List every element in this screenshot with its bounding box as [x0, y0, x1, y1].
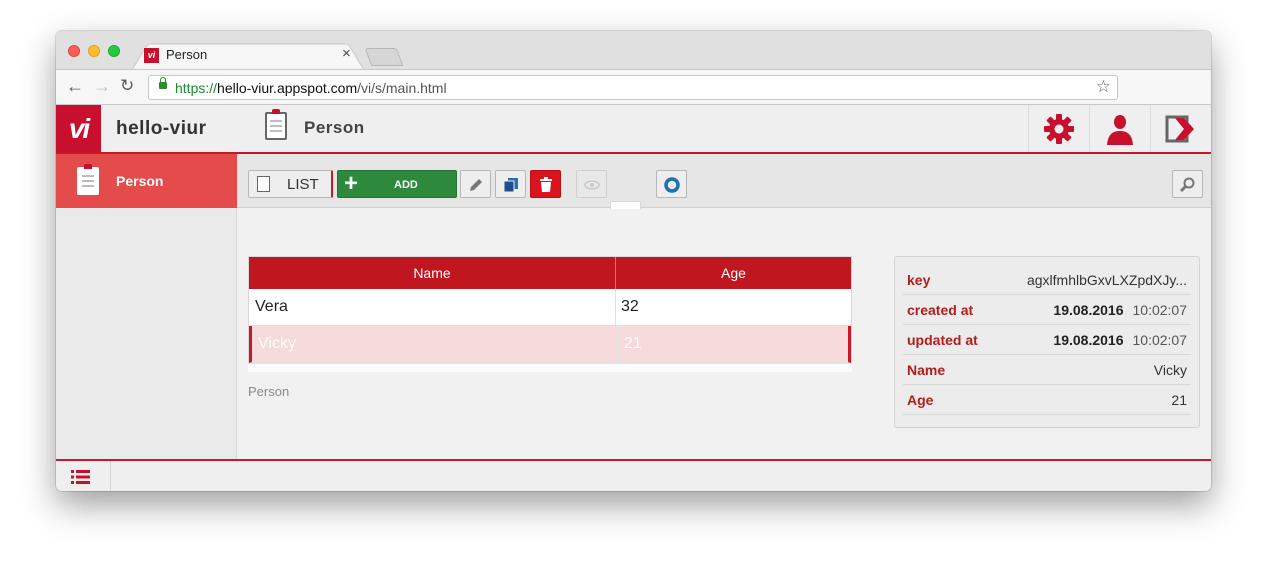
- detail-name-label: Name: [907, 362, 946, 378]
- maximize-window-button[interactable]: [108, 45, 120, 57]
- clipboard-icon: [77, 164, 99, 195]
- gear-icon: [1044, 114, 1074, 144]
- task-list-icon[interactable]: [71, 470, 91, 484]
- tab-strip: vi Person ×: [56, 31, 1211, 69]
- url-path: /vi/s/main.html: [357, 80, 447, 96]
- detail-row-updated: updated at 19.08.2016 10:02:07: [903, 325, 1191, 355]
- browser-tab-person[interactable]: vi Person ×: [132, 39, 364, 69]
- browser-window: vi Person × ← → ↻ https://hello-viur.app…: [56, 31, 1211, 491]
- lock-icon: [159, 77, 167, 89]
- address-bar[interactable]: https://hello-viur.appspot.com/vi/s/main…: [148, 75, 1118, 100]
- url-host: hello-viur.appspot.com: [217, 80, 358, 96]
- cell-name: Vera: [255, 298, 288, 315]
- logout-icon: [1165, 115, 1194, 143]
- updated-date: 19.08.2016: [1053, 332, 1124, 348]
- detail-panel: key agxlfmhlbGxvLXZpdXJy... created at 1…: [894, 256, 1200, 428]
- module-title: Person: [304, 118, 365, 137]
- user-icon: [1107, 115, 1133, 145]
- person-table: Name Age Vera 32 Vicky 21: [248, 256, 852, 363]
- sidebar: Person: [56, 154, 237, 491]
- detail-updated-label: updated at: [907, 332, 978, 348]
- clipboard-icon: [265, 109, 287, 140]
- table-caption: Person: [248, 384, 290, 399]
- detail-updated-value: 19.08.2016 10:02:07: [1053, 332, 1187, 348]
- settings-button[interactable]: [1028, 105, 1088, 152]
- table-header: Name Age: [249, 257, 851, 289]
- favicon-icon: vi: [144, 48, 159, 63]
- plus-icon: +: [344, 170, 359, 197]
- sidebar-item-label: Person: [116, 173, 164, 189]
- search-icon: [1179, 177, 1195, 193]
- detail-row-name: Name Vicky: [903, 355, 1191, 385]
- new-tab-button[interactable]: [364, 48, 404, 66]
- detail-created-label: created at: [907, 302, 974, 318]
- cell-divider: [615, 289, 616, 325]
- preview-button[interactable]: [576, 170, 607, 198]
- column-header-age[interactable]: Age: [616, 257, 851, 289]
- app-header: vi hello-viur Person: [56, 105, 1211, 154]
- delete-button[interactable]: [530, 170, 561, 198]
- list-button[interactable]: LIST: [248, 170, 333, 198]
- cell-name: Vicky: [258, 335, 296, 352]
- tab-title: Person: [166, 47, 208, 62]
- viur-app: vi hello-viur Person Person LIST + ADD N…: [56, 105, 1211, 491]
- url-text: https://hello-viur.appspot.com/vi/s/main…: [175, 80, 447, 96]
- reload-button[interactable]: [656, 170, 687, 198]
- add-button[interactable]: + ADD: [337, 170, 457, 198]
- cell-divider: [618, 326, 619, 362]
- browser-toolbar: ← → ↻ https://hello-viur.appspot.com/vi/…: [56, 69, 1211, 105]
- forward-arrow-icon[interactable]: →: [93, 76, 111, 97]
- tab-close-icon[interactable]: ×: [342, 45, 351, 62]
- trash-icon: [540, 177, 552, 192]
- detail-row-age: Age 21: [903, 385, 1191, 415]
- detail-name-value: Vicky: [1153, 362, 1187, 378]
- clone-button[interactable]: [495, 170, 526, 198]
- table-row-selected[interactable]: Vicky 21: [249, 326, 851, 363]
- user-button[interactable]: [1089, 105, 1149, 152]
- minimize-window-button[interactable]: [88, 45, 100, 57]
- detail-row-created: created at 19.08.2016 10:02:07: [903, 295, 1191, 325]
- url-scheme: https://: [175, 80, 218, 96]
- search-button[interactable]: [1172, 170, 1203, 198]
- add-button-label: ADD: [394, 179, 418, 191]
- list-clipboard-icon: [257, 176, 270, 192]
- eye-icon: [584, 180, 600, 190]
- back-arrow-icon[interactable]: ←: [66, 76, 84, 97]
- main-content: Name Age Vera 32 Vicky 21 Person key agx…: [237, 209, 1211, 491]
- detail-key-label: key: [907, 272, 931, 288]
- reload-circle-icon: [664, 177, 680, 193]
- cell-age: 21: [624, 335, 642, 352]
- logout-button[interactable]: [1150, 105, 1210, 152]
- updated-time: 10:02:07: [1132, 332, 1188, 348]
- bottom-bar: [56, 459, 1211, 491]
- reload-icon[interactable]: ↻: [120, 76, 134, 96]
- pencil-icon: [470, 179, 482, 191]
- table-footer: [248, 363, 852, 372]
- sidebar-item-person[interactable]: Person: [56, 154, 237, 208]
- table-row[interactable]: Vera 32: [249, 289, 851, 326]
- detail-created-value: 19.08.2016 10:02:07: [1053, 302, 1187, 318]
- close-window-button[interactable]: [68, 45, 80, 57]
- detail-age-label: Age: [907, 392, 934, 408]
- app-name: hello-viur: [116, 118, 207, 139]
- created-date: 19.08.2016: [1053, 302, 1124, 318]
- bookmark-star-icon[interactable]: ☆: [1096, 77, 1111, 97]
- column-header-name[interactable]: Name: [249, 257, 616, 289]
- copy-icon: [503, 178, 518, 193]
- list-button-label: LIST: [287, 176, 319, 193]
- edit-button[interactable]: [460, 170, 491, 198]
- viur-logo[interactable]: vi: [56, 105, 101, 152]
- detail-age-value: 21: [1171, 392, 1187, 408]
- action-bar: LIST + ADD: [237, 154, 1211, 308]
- detail-row-key: key agxlfmhlbGxvLXZpdXJy...: [903, 265, 1191, 295]
- created-time: 10:02:07: [1132, 302, 1188, 318]
- cell-age: 32: [621, 298, 639, 315]
- bottom-divider: [110, 461, 111, 491]
- detail-key-value: agxlfmhlbGxvLXZpdXJy...: [1026, 272, 1187, 288]
